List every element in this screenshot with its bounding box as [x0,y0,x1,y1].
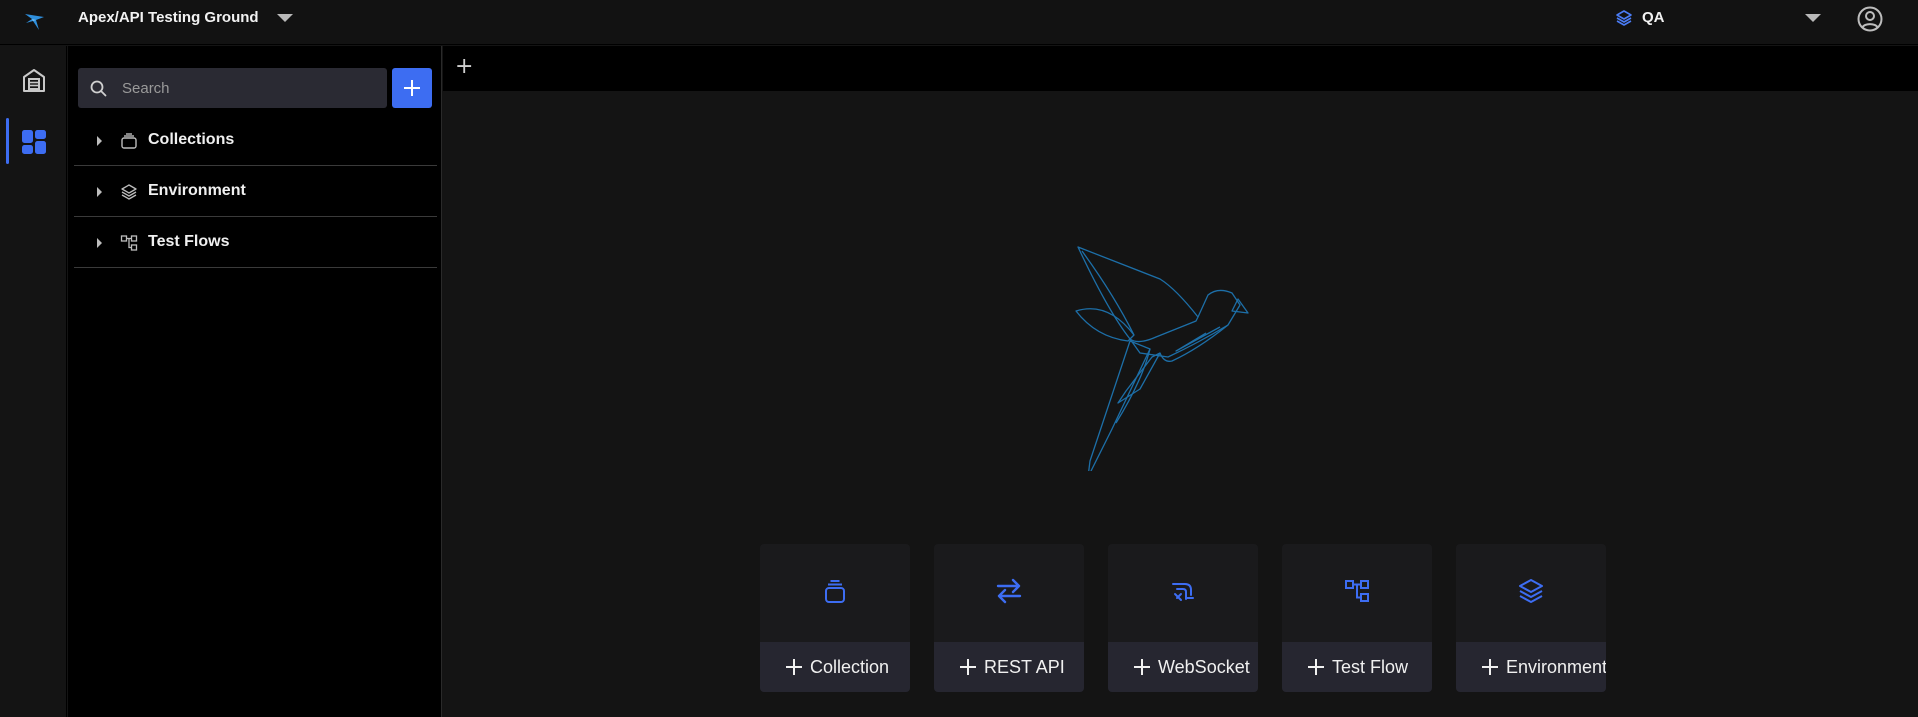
card-label: Test Flow [1332,657,1409,677]
card-label: REST API [984,657,1065,677]
create-environment-button[interactable]: Environment [1456,642,1606,692]
arrows-exchange-icon [996,578,1022,604]
quick-create-environment-card[interactable]: Environment [1456,544,1606,692]
home-icon [23,69,45,92]
flow-icon [120,235,138,251]
environment-dropdown-icon[interactable] [1805,14,1821,22]
sidebar: Collections Environment Test Flows [68,46,442,717]
flow-icon [1345,580,1369,602]
bird-logo-illustration [1075,246,1249,471]
add-new-button[interactable] [392,68,432,108]
card-label: Environment [1506,657,1606,677]
card-label: WebSocket [1158,657,1250,677]
plus-icon [1482,659,1498,675]
quick-create-websocket-card[interactable]: WebSocket [1108,544,1258,692]
plus-icon [960,659,976,675]
create-websocket-button[interactable]: WebSocket [1108,642,1258,692]
card-label: Collection [810,657,890,677]
create-test-flow-button[interactable]: Test Flow [1282,642,1432,692]
layers-icon [121,184,137,200]
workspace-dropdown-icon[interactable] [277,14,293,22]
tree-item-label: Collections [148,131,235,148]
collection-icon [825,580,845,603]
rail-home-button[interactable] [0,56,67,104]
quick-create-collection-card[interactable]: Collection [760,544,910,692]
tree-item-test-flows[interactable]: Test Flows [74,218,437,268]
expand-arrow-icon[interactable] [97,238,102,248]
quick-create-test-flow-card[interactable]: Test Flow [1282,544,1432,692]
websocket-icon [1172,583,1194,601]
top-bar: Apex/API Testing Ground QA [0,0,1918,45]
workspace-title[interactable]: Apex/API Testing Ground [78,9,259,26]
user-account-icon[interactable] [1856,5,1884,33]
rail-workspace-button[interactable] [0,118,67,166]
tree-item-environment[interactable]: Environment [74,167,437,217]
plus-icon [1308,659,1324,675]
layers-icon [1616,10,1632,26]
tree-item-collections[interactable]: Collections [74,116,437,166]
quick-create-rest-api-card[interactable]: REST API [934,544,1084,692]
nav-rail [0,46,67,717]
tab-bar: + [443,46,1918,91]
plus-icon [786,659,802,675]
search-box [78,68,387,108]
layers-icon [1519,579,1543,603]
app-logo-icon[interactable] [22,8,48,34]
collection-icon [121,133,137,149]
create-rest-api-button[interactable]: REST API [934,642,1084,692]
expand-arrow-icon[interactable] [97,136,102,146]
create-collection-button[interactable]: Collection [760,642,910,692]
dashboard-icon [22,130,46,154]
environment-selector[interactable]: QA [1642,9,1665,26]
search-input[interactable] [122,68,372,108]
search-icon [90,80,107,97]
tree-item-label: Test Flows [148,233,230,250]
main-panel: Collection REST API WebSocket Test Flow … [443,91,1918,717]
new-tab-button[interactable]: + [455,54,473,79]
plus-icon [1134,659,1150,675]
tree-item-label: Environment [148,182,246,199]
expand-arrow-icon[interactable] [97,187,102,197]
